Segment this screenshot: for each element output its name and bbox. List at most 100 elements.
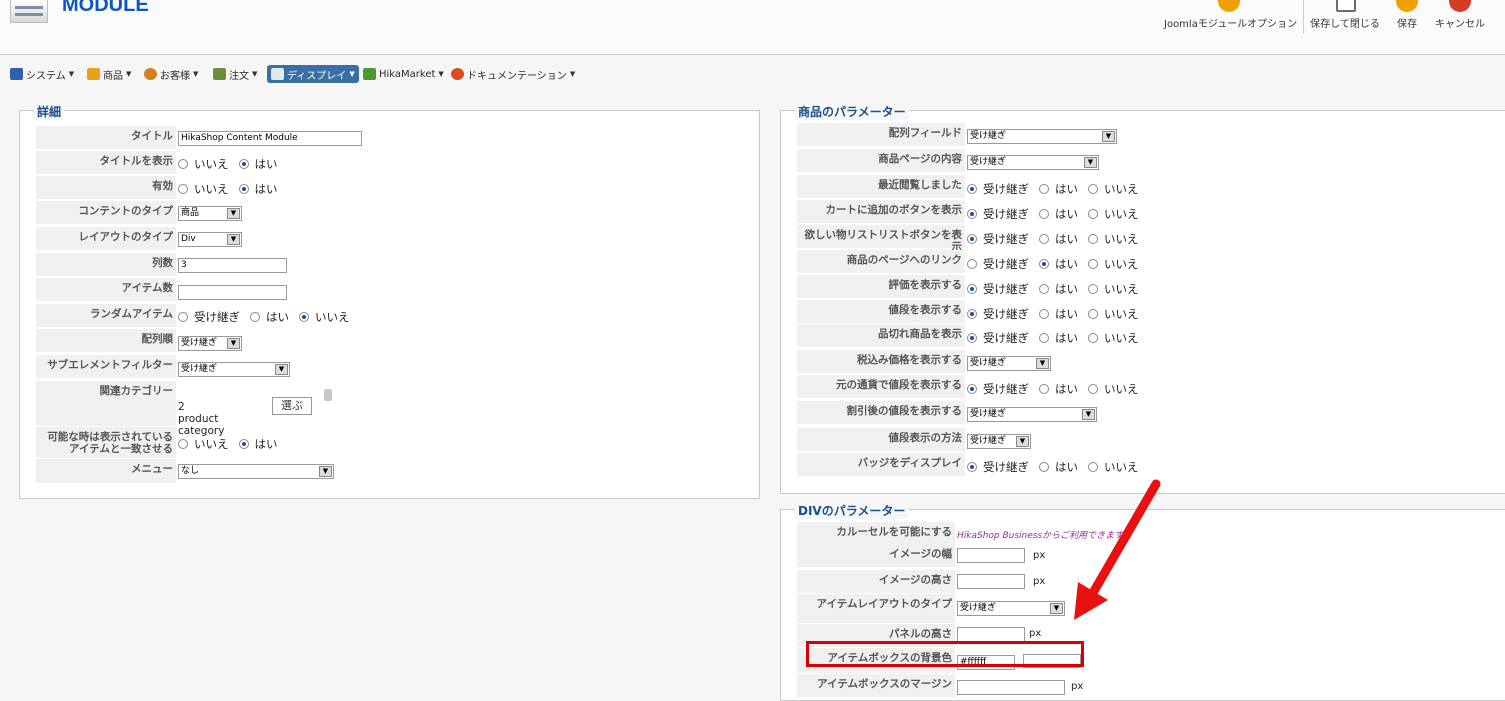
sync-yes-radio[interactable]: [238, 439, 249, 449]
product-param-radio[interactable]: [1088, 384, 1098, 394]
image-height-input[interactable]: [957, 574, 1025, 589]
product-param-radio[interactable]: [1039, 184, 1049, 194]
menu-products[interactable]: 商品 ▼: [87, 66, 131, 82]
save-close-icon: [1336, 0, 1356, 12]
annotation-highlight-box: [806, 641, 1084, 667]
product-param-radio[interactable]: [1088, 234, 1098, 244]
chevron-down-icon: ▼: [1016, 436, 1029, 447]
chevron-down-icon: ▼: [1082, 409, 1095, 420]
product-param-radio[interactable]: [1039, 309, 1049, 319]
checkmark-icon: [1396, 0, 1418, 12]
product-param-radio[interactable]: [1039, 284, 1049, 294]
hikashop-menubar: システム ▼ 商品 ▼ お客様 ▼ 注文 ▼ ディスプレイ ▼ HikaMarket ▼ ド…: [0, 62, 1505, 86]
product-param-select[interactable]: 受け継ぎ ▼: [967, 407, 1097, 422]
title-input[interactable]: HikaShop Content Module: [178, 131, 362, 146]
cancel-button[interactable]: キャンセル: [1432, 0, 1488, 36]
item-layout-select[interactable]: 受け継ぎ ▼: [957, 601, 1065, 616]
menu-select[interactable]: なし ▼: [178, 464, 334, 479]
panel-height-input[interactable]: [957, 627, 1025, 642]
folder-icon: [87, 68, 100, 80]
product-param-radio[interactable]: [967, 234, 977, 244]
page-title: MODULE: [62, 0, 149, 16]
enabled-no-radio[interactable]: [178, 184, 188, 194]
chevron-down-icon: ▼: [319, 466, 332, 477]
cancel-icon: [1449, 0, 1471, 12]
layout-type-select[interactable]: Div ▼: [178, 232, 242, 247]
menu-display[interactable]: ディスプレイ ▼: [267, 65, 359, 83]
select-category-button[interactable]: 選ぶ: [272, 397, 312, 415]
content-type-select[interactable]: 商品 ▼: [178, 206, 242, 221]
product-param-radio[interactable]: [1088, 333, 1098, 343]
product-param-radio[interactable]: [967, 462, 977, 472]
random-no-radio[interactable]: [299, 312, 309, 322]
chevron-down-icon: ▼: [1036, 358, 1049, 369]
order-select[interactable]: 受け継ぎ ▼: [178, 336, 242, 351]
menu-customers[interactable]: お客様 ▼: [144, 66, 198, 82]
items-input[interactable]: [178, 285, 287, 300]
enabled-yes-radio[interactable]: [238, 184, 249, 194]
lifebuoy-icon: [451, 68, 464, 80]
product-param-radio[interactable]: [967, 384, 977, 394]
save-close-button[interactable]: 保存して閉じる: [1308, 0, 1382, 36]
hikamarket-icon: [363, 68, 376, 80]
product-param-radio[interactable]: [967, 309, 977, 319]
image-width-input[interactable]: [957, 548, 1025, 563]
product-param-select[interactable]: 受け継ぎ ▼: [967, 129, 1117, 144]
show-title-no-radio[interactable]: [178, 159, 188, 169]
toolbar-header: MODULE Joomlaモジュールオプション 保存して閉じる 保存 キャンセル: [0, 0, 1505, 55]
details-fieldset: 詳細 タイトル HikaShop Content Module タイトルを表示 …: [19, 103, 760, 499]
annotation-arrow: [1074, 479, 1161, 620]
sync-no-radio[interactable]: [178, 439, 188, 449]
random-inherit-radio[interactable]: [178, 312, 188, 322]
subfilter-select[interactable]: 受け継ぎ ▼: [178, 362, 290, 377]
joomla-options-button[interactable]: Joomlaモジュールオプション: [1164, 0, 1297, 36]
chevron-down-icon: ▼: [1050, 603, 1063, 614]
chevron-down-icon: ▼: [1102, 131, 1115, 142]
delete-icon[interactable]: [324, 389, 332, 401]
product-param-radio[interactable]: [1039, 259, 1049, 269]
product-param-radio[interactable]: [1039, 209, 1049, 219]
menu-orders[interactable]: 注文 ▼: [213, 66, 257, 82]
menu-hikamarket[interactable]: HikaMarket ▼: [363, 66, 444, 82]
menu-system[interactable]: システム ▼: [10, 66, 74, 82]
product-param-radio[interactable]: [1088, 309, 1098, 319]
product-param-select[interactable]: 受け継ぎ ▼: [967, 434, 1031, 449]
product-param-radio[interactable]: [967, 184, 977, 194]
gear-icon: [1218, 0, 1240, 12]
chevron-down-icon: ▼: [227, 208, 240, 219]
div-params-legend: DIVのパラメーター: [795, 502, 909, 519]
module-icon: [10, 0, 48, 23]
product-param-radio[interactable]: [967, 333, 977, 343]
chevron-down-icon: ▼: [1084, 157, 1097, 168]
category-value: 2 product category: [178, 401, 225, 437]
product-params-legend: 商品のパラメーター: [795, 103, 909, 120]
product-param-radio[interactable]: [1088, 209, 1098, 219]
columns-input[interactable]: 3: [178, 258, 287, 273]
product-param-radio[interactable]: [1039, 234, 1049, 244]
save-button[interactable]: 保存: [1388, 0, 1426, 36]
product-param-radio[interactable]: [967, 209, 977, 219]
product-param-radio[interactable]: [1088, 259, 1098, 269]
wrench-icon: [10, 68, 23, 80]
random-yes-radio[interactable]: [250, 312, 260, 322]
details-legend: 詳細: [34, 103, 65, 120]
product-param-radio[interactable]: [1039, 384, 1049, 394]
product-params-fieldset: 商品のパラメーター 配列フィールド 受け継ぎ ▼ 商品ページの内容 受け継ぎ ▼ 最近閲覧し…: [780, 103, 1505, 494]
product-param-radio[interactable]: [1088, 184, 1098, 194]
product-param-radio[interactable]: [1088, 462, 1098, 472]
user-icon: [144, 68, 157, 80]
menu-documentation[interactable]: ドキュメンテーション ▼: [451, 66, 575, 82]
chevron-down-icon: ▼: [275, 364, 288, 375]
show-title-yes-radio[interactable]: [238, 159, 249, 169]
product-param-radio[interactable]: [1039, 462, 1049, 472]
display-icon: [271, 68, 284, 80]
product-param-select[interactable]: 受け継ぎ ▼: [967, 356, 1051, 371]
cart-icon: [213, 68, 226, 80]
product-param-radio[interactable]: [1088, 284, 1098, 294]
chevron-down-icon: ▼: [227, 338, 240, 349]
product-param-select[interactable]: 受け継ぎ ▼: [967, 155, 1099, 170]
product-param-radio[interactable]: [967, 259, 977, 269]
chevron-down-icon: ▼: [227, 234, 240, 245]
product-param-radio[interactable]: [1039, 333, 1049, 343]
product-param-radio[interactable]: [967, 284, 977, 294]
